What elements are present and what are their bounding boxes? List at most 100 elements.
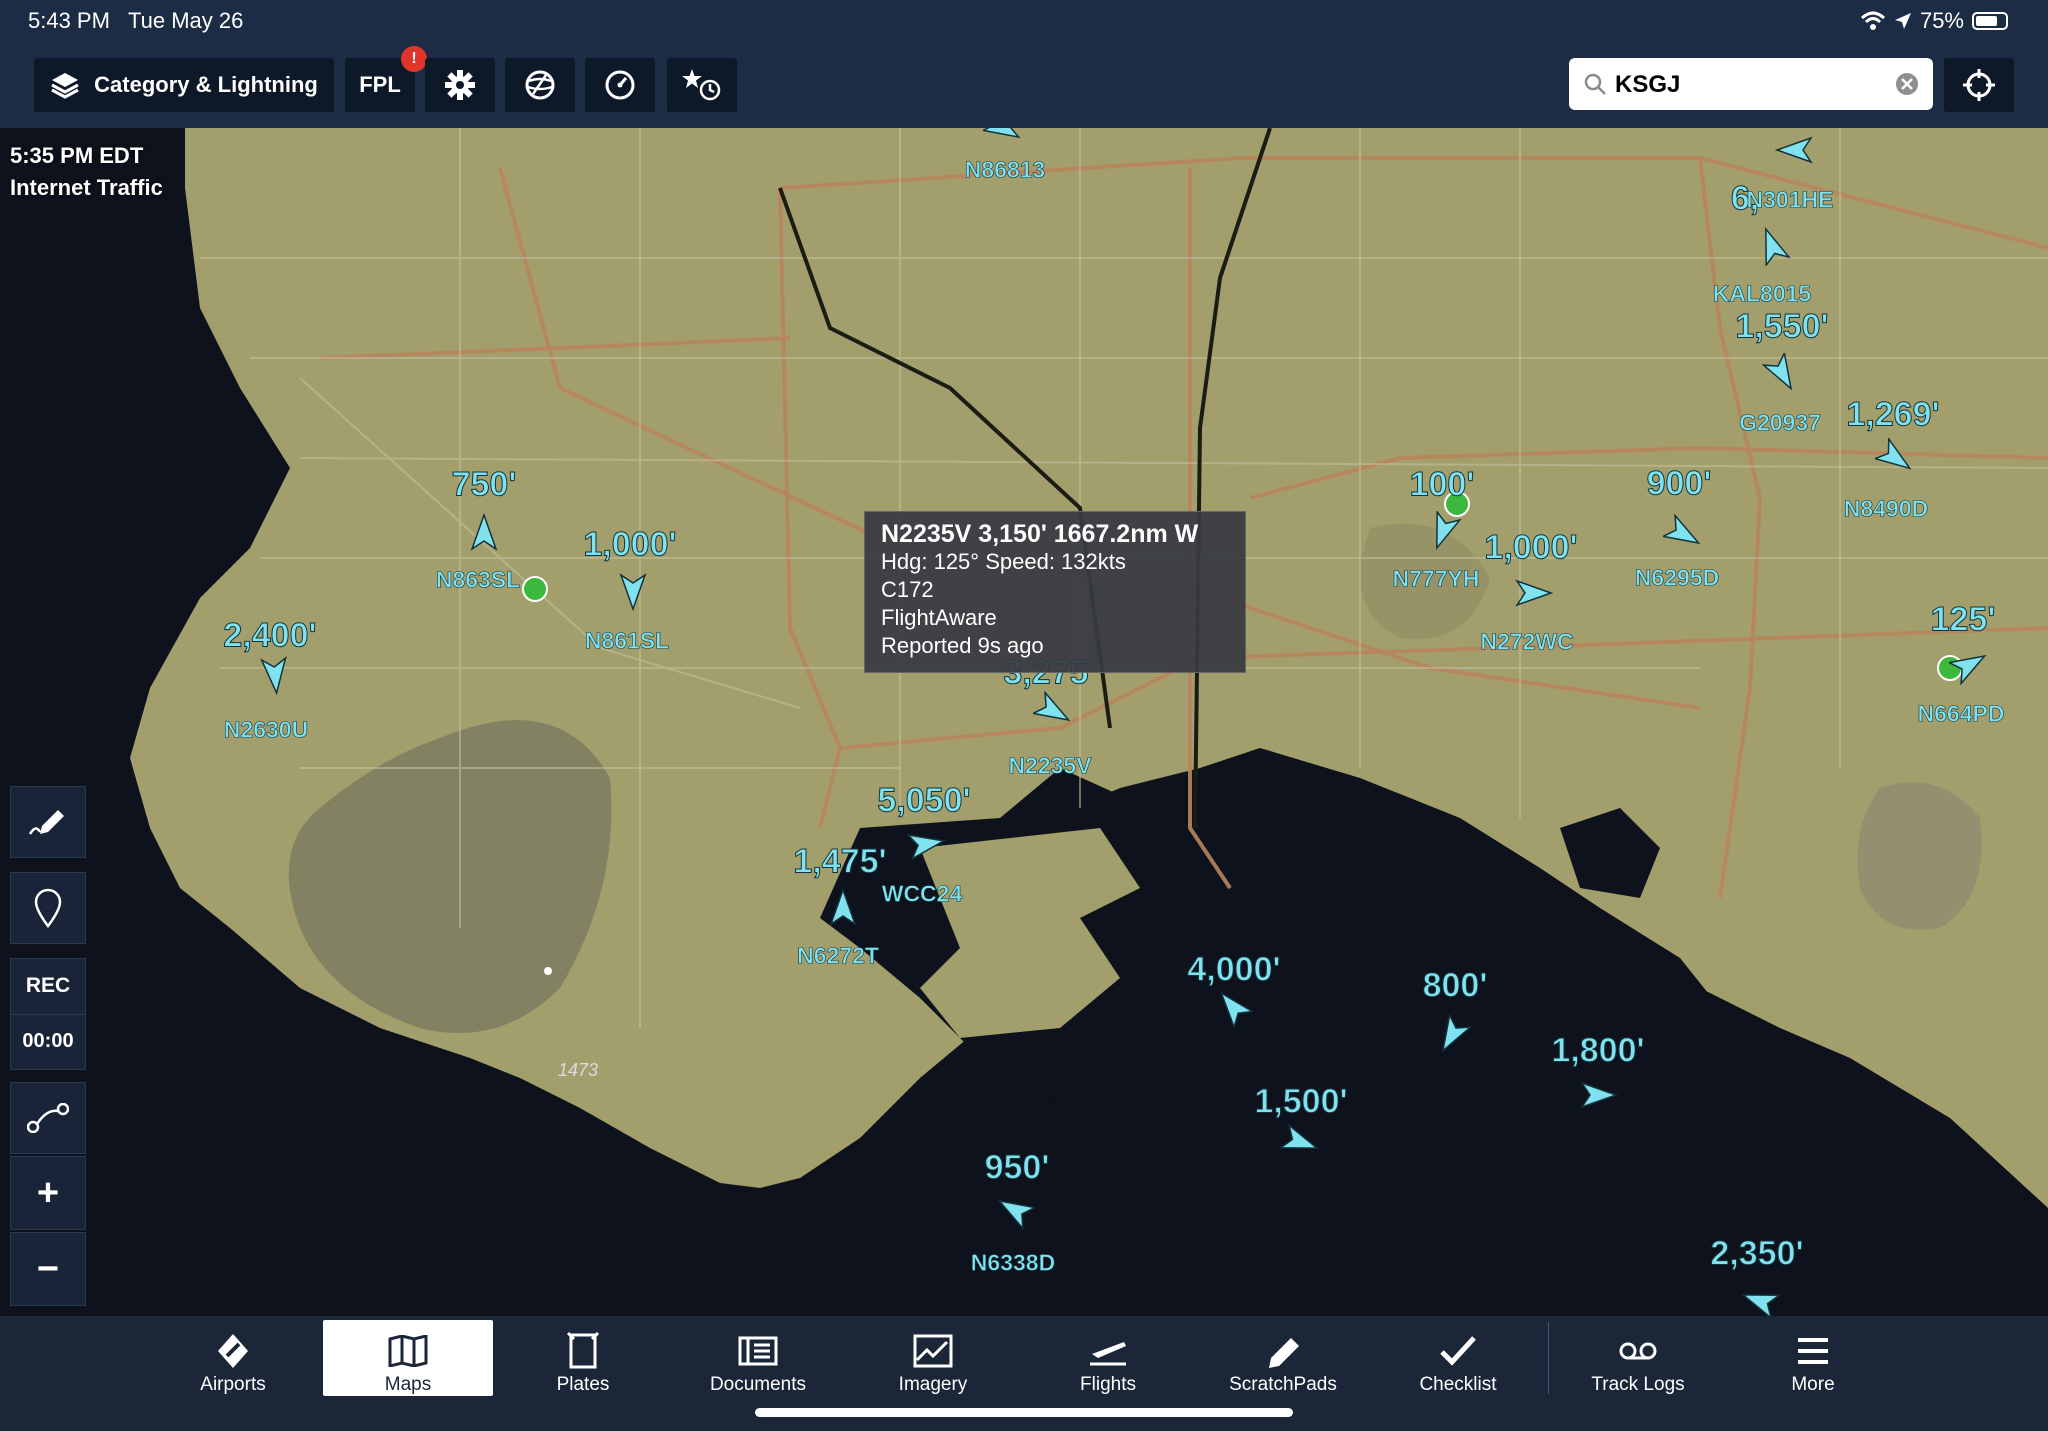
map-time-label: 5:35 PM EDT: [10, 143, 144, 168]
traffic-arrow-icon[interactable]: [983, 128, 1023, 148]
traffic-arrow-icon[interactable]: [1663, 514, 1703, 554]
pencil-draw-icon: [28, 810, 64, 835]
settings-button[interactable]: [425, 58, 495, 112]
gauge-button[interactable]: [585, 58, 655, 112]
traffic-callsign-text: N6338D: [970, 1249, 1056, 1276]
fpl-alert-badge: !: [401, 46, 427, 72]
search-icon: [1584, 73, 1606, 95]
tab-plates[interactable]: Plates: [498, 1320, 668, 1396]
route-icon: [27, 1103, 69, 1133]
battery-fill: [1976, 16, 1997, 26]
tab-more[interactable]: More: [1728, 1320, 1898, 1396]
traffic-arrow-icon[interactable]: [255, 655, 295, 695]
zoom-in-button[interactable]: +: [10, 1156, 86, 1230]
flights-icon: [1088, 1332, 1128, 1370]
status-right: 75%: [1860, 8, 2008, 34]
globe-icon: [525, 70, 555, 100]
layers-button[interactable]: Category & Lightning: [34, 58, 334, 112]
status-date: Tue May 26: [128, 8, 244, 33]
traffic-callsign-text: N86813: [964, 156, 1046, 183]
search-box[interactable]: [1569, 58, 1933, 110]
traffic-arrow-icon[interactable]: [1280, 1122, 1320, 1162]
tab-imagery[interactable]: Imagery: [848, 1320, 1018, 1396]
traffic-arrow-icon[interactable]: [906, 824, 946, 864]
traffic-arrow-icon[interactable]: [995, 1190, 1035, 1230]
tab-flights[interactable]: Flights: [1023, 1320, 1193, 1396]
traffic-callsign-text: N777YH: [1392, 565, 1480, 592]
map-icon: [388, 1332, 428, 1370]
traffic-arrow-icon[interactable]: [1513, 573, 1553, 613]
traffic-altitude-text: 1,269': [1846, 395, 1940, 434]
plates-icon: [567, 1332, 599, 1370]
draw-button[interactable]: [10, 786, 86, 858]
traffic-callsign-text: N6295D: [1634, 564, 1720, 591]
traffic-arrow-icon[interactable]: [1432, 1015, 1472, 1055]
traffic-callsign-text: N2630U: [223, 716, 309, 743]
route-button[interactable]: [10, 1082, 86, 1154]
traffic-callsign-text: N2235V: [1008, 752, 1092, 779]
traffic-callsign-text: N863SL: [435, 566, 521, 593]
traffic-callsign-text: N664PD: [1917, 700, 2005, 727]
traffic-arrow-icon[interactable]: [1033, 691, 1073, 731]
checklist-icon: [1438, 1332, 1478, 1370]
tab-label: Track Logs: [1591, 1374, 1685, 1395]
traffic-arrow-icon[interactable]: [1423, 511, 1463, 551]
tab-maps[interactable]: Maps: [323, 1320, 493, 1396]
locate-button[interactable]: [1944, 58, 2014, 112]
elevation-label: 1473: [558, 1060, 599, 1080]
drop-pin-button[interactable]: [10, 872, 86, 944]
locate-icon: [1963, 69, 1995, 101]
favorites-recent-button[interactable]: [667, 58, 737, 112]
traffic-altitude-text: 100': [1409, 465, 1475, 504]
globe-button[interactable]: [505, 58, 575, 112]
battery-percent: 75%: [1919, 8, 1964, 33]
traffic-altitude-text: 1,000': [583, 525, 677, 564]
traffic-altitude-text: 950': [984, 1148, 1050, 1187]
traffic-altitude-text: 2,400': [223, 616, 317, 655]
fpl-label: FPL: [359, 72, 401, 97]
clear-search-icon[interactable]: [1895, 72, 1919, 96]
traffic-arrow-icon[interactable]: [823, 888, 863, 928]
traffic-altitude-text: 2,350': [1710, 1234, 1804, 1273]
tab-label: Maps: [384, 1374, 432, 1395]
map-view[interactable]: N86813 6, N301HE KAL8015 1,550' G20937 1,269' N…: [0, 128, 2048, 1316]
traffic-callsign-text: N6272T: [797, 942, 879, 969]
traffic-arrow-icon[interactable]: [1578, 1075, 1618, 1115]
battery-icon: [1972, 12, 2008, 30]
more-icon: [1796, 1332, 1830, 1370]
layers-label: Category & Lightning: [94, 72, 318, 97]
zoom-out-button[interactable]: −: [10, 1232, 86, 1306]
airport-icon: [214, 1332, 252, 1370]
tab-divider: [1548, 1322, 1549, 1394]
scratchpad-icon: [1263, 1332, 1303, 1370]
gear-icon: [445, 70, 475, 100]
tab-airports[interactable]: Airports: [148, 1320, 318, 1396]
traffic-altitude-text: 1,550': [1735, 307, 1829, 346]
tab-track-logs[interactable]: Track Logs: [1553, 1320, 1723, 1396]
traffic-arrow-icon[interactable]: [1740, 1281, 1780, 1316]
traffic-arrow-icon[interactable]: [1949, 645, 1989, 685]
tab-scratchpads[interactable]: ScratchPads: [1198, 1320, 1368, 1396]
tab-checklist[interactable]: Checklist: [1373, 1320, 1543, 1396]
popup-report-age: Reported 9s ago: [881, 633, 1044, 658]
track-logs-icon: [1618, 1332, 1658, 1370]
traffic-arrow-icon[interactable]: [613, 571, 653, 611]
traffic-altitude-text: 1,800': [1551, 1031, 1645, 1070]
traffic-info-popup[interactable]: N2235V 3,150' 1667.2nm W Hdg: 125° Speed…: [864, 511, 1246, 673]
traffic-altitude-text: 1,475': [793, 842, 887, 881]
record-button[interactable]: REC 00:00: [10, 958, 86, 1070]
tab-documents[interactable]: Documents: [673, 1320, 843, 1396]
traffic-arrow-icon[interactable]: [1775, 130, 1815, 170]
traffic-callsign-text: N272WC: [1480, 628, 1574, 655]
popup-aircraft-type: C172: [881, 577, 934, 602]
traffic-arrow-icon[interactable]: [1762, 353, 1802, 393]
traffic-arrow-icon[interactable]: [464, 513, 504, 553]
traffic-arrow-icon[interactable]: [1875, 438, 1915, 478]
search-input[interactable]: [1613, 68, 1877, 102]
location-arrow-icon: [1894, 13, 1911, 29]
tab-label: Checklist: [1419, 1374, 1497, 1395]
traffic-arrow-icon[interactable]: [1213, 987, 1253, 1027]
traffic-arrow-icon[interactable]: [1752, 226, 1792, 266]
fpl-button[interactable]: FPL !: [345, 46, 427, 112]
tab-label: ScratchPads: [1229, 1374, 1337, 1395]
